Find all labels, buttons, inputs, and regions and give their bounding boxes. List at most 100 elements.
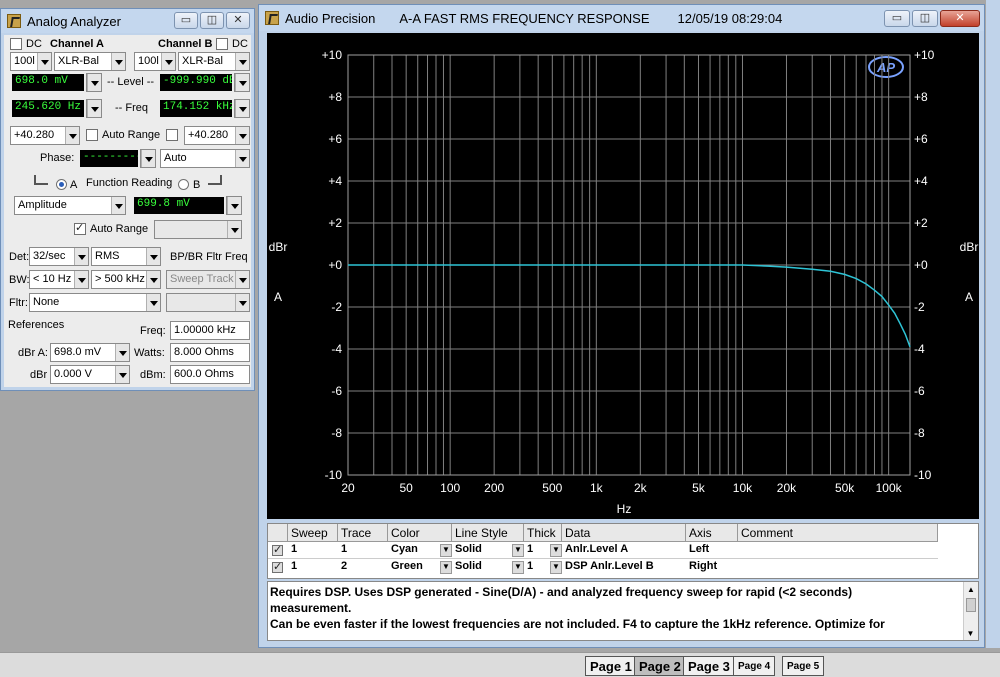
level-a-unit-select[interactable] (86, 73, 102, 92)
graph-app-name: Audio Precision (285, 10, 376, 26)
detector-rate-select[interactable]: 32/sec (29, 247, 89, 266)
gain-b-select[interactable]: +40.280 (184, 126, 250, 145)
close-button[interactable]: ✕ (940, 10, 980, 27)
dbm-input[interactable]: 600.0 Ohms (170, 365, 250, 384)
x-tick-label: 100k (876, 481, 903, 495)
cell-data[interactable]: Anlr.Level A (562, 543, 631, 558)
column-header[interactable]: Comment (738, 524, 938, 542)
x-tick-label: 100 (440, 481, 460, 495)
detector-type-select[interactable]: RMS (91, 247, 161, 266)
gain-a-select[interactable]: +40.280 (10, 126, 80, 145)
maximize-button[interactable]: ◫ (200, 12, 224, 29)
connector-b-select[interactable]: XLR-Bal (178, 52, 250, 71)
dbr-b-input[interactable]: 0.000 V (50, 365, 130, 384)
phase-mode-select[interactable]: Auto (160, 149, 250, 168)
x-tick-label: 200 (484, 481, 504, 495)
cell-data[interactable]: DSP Anlr.Level B (562, 560, 657, 575)
maximize-button[interactable]: ◫ (912, 10, 938, 27)
cell-line-style[interactable]: Solid (452, 543, 485, 558)
bw-low-select[interactable]: < 10 Hz (29, 270, 89, 289)
chevron-down-icon (235, 74, 249, 91)
level-b-unit-select[interactable] (234, 73, 250, 92)
freq-a-unit-select[interactable] (86, 99, 102, 118)
chevron-down-icon[interactable]: ▼ (440, 561, 452, 574)
minimize-button[interactable]: ▭ (174, 12, 198, 29)
background-strip (986, 0, 1000, 648)
chevron-down-icon[interactable]: ▼ (512, 561, 524, 574)
chevron-down-icon[interactable]: ▼ (512, 544, 524, 557)
chevron-down-icon (115, 366, 129, 383)
page-2-tab[interactable]: Page 2 (634, 656, 686, 676)
cell-thick[interactable]: 1 (524, 543, 536, 558)
auto-range-label: Auto Range (102, 129, 161, 141)
connector-a-select[interactable]: XLR-Bal (54, 52, 126, 71)
freq-ref-input[interactable]: 1.00000 kHz (170, 321, 250, 340)
cell-axis[interactable]: Left (686, 543, 712, 558)
chevron-down-icon (74, 248, 88, 265)
dc-a-checkbox[interactable] (10, 38, 22, 50)
range-a-select[interactable]: 100l (10, 52, 52, 71)
column-header[interactable]: Axis (686, 524, 738, 542)
x-tick-label: 10k (733, 481, 753, 495)
graph-titlebar[interactable]: Audio Precision A-A FAST RMS FREQUENCY R… (259, 5, 984, 31)
dbr-a-input[interactable]: 698.0 mV (50, 343, 130, 362)
reading-range-select[interactable] (154, 220, 242, 239)
cell-axis[interactable]: Right (686, 560, 720, 575)
analyzer-titlebar[interactable]: Analog Analyzer ▭ ◫ ✕ (1, 9, 254, 33)
column-header[interactable]: Color (388, 524, 452, 542)
cell-line-style[interactable]: Solid (452, 560, 485, 575)
auto-range-b-checkbox[interactable] (166, 129, 178, 141)
cell-color[interactable]: Green (388, 560, 426, 575)
x-axis-label: Hz (617, 502, 632, 516)
minimize-button[interactable]: ▭ (884, 10, 910, 27)
column-header[interactable]: Line Style (452, 524, 524, 542)
notes-box[interactable]: Requires DSP. Uses DSP generated - Sine(… (267, 581, 979, 641)
table-row[interactable]: 1 2 Green ▼ Solid ▼ 1 ▼ DSP Anlr.Level B… (268, 560, 938, 576)
ap-app-icon (265, 11, 279, 25)
chevron-down-icon[interactable]: ▼ (550, 561, 562, 574)
column-header[interactable]: Trace (338, 524, 388, 542)
cell-trace: 2 (341, 560, 348, 572)
page-4-tab[interactable]: Page 4 (733, 656, 776, 676)
trace-enable-checkbox[interactable] (272, 543, 283, 556)
table-row[interactable]: 1 1 Cyan ▼ Solid ▼ 1 ▼ Anlr.Level A Left (268, 543, 938, 559)
notes-scrollbar[interactable]: ▲ ▼ (963, 582, 978, 640)
cell-thick[interactable]: 1 (524, 560, 536, 575)
function-a-radio[interactable] (56, 179, 67, 190)
references-label: References (8, 319, 65, 331)
page-5-tab[interactable]: Page 5 (782, 656, 825, 676)
phase-unit-select[interactable] (140, 149, 156, 168)
chevron-down-icon[interactable]: ▼ (550, 544, 562, 557)
column-header[interactable]: Thick (524, 524, 562, 542)
close-button[interactable]: ✕ (226, 12, 250, 29)
y-tick-label-left: -2 (331, 300, 342, 314)
scroll-down-icon[interactable]: ▼ (964, 626, 977, 640)
function-select[interactable]: Amplitude (14, 196, 126, 215)
scroll-thumb[interactable] (966, 598, 976, 612)
trace-enable-checkbox[interactable] (272, 560, 283, 573)
auto-range-reading-checkbox[interactable] (74, 221, 86, 235)
chevron-down-icon[interactable]: ▼ (440, 544, 452, 557)
cell-color[interactable]: Cyan (388, 543, 421, 558)
page-3-tab[interactable]: Page 3 (683, 656, 735, 676)
auto-range-a-checkbox[interactable] (86, 129, 98, 141)
column-header[interactable]: Sweep (288, 524, 338, 542)
bw-high-select[interactable]: > 500 kHz (91, 270, 161, 289)
dc-b-checkbox[interactable] (216, 38, 228, 50)
range-b-select[interactable]: 100l (134, 52, 176, 71)
filter-select[interactable]: None (29, 293, 161, 312)
page-1-tab[interactable]: Page 1 (585, 656, 637, 676)
scroll-up-icon[interactable]: ▲ (964, 582, 978, 596)
analyzer-panel: DC Channel A Channel B DC 100l XLR-Bal 1… (4, 35, 251, 387)
filter-freq-select[interactable] (166, 293, 250, 312)
frequency-response-chart: dBr A dBr A Hz AP +10 +10 +8 +8 +6 +6 +4 +4 +2 +2… (269, 48, 979, 516)
watts-input[interactable]: 8.000 Ohms (170, 343, 250, 362)
reading-unit-select[interactable] (226, 196, 242, 215)
chevron-down-icon (87, 74, 101, 91)
y-axis-label-left-a: A (274, 290, 282, 304)
dbm-label: dBm: (140, 369, 166, 381)
function-b-radio[interactable] (178, 179, 189, 190)
freq-b-unit-select[interactable] (234, 99, 250, 118)
column-header[interactable]: Data (562, 524, 686, 542)
sweep-track-select[interactable]: Sweep Track (166, 270, 250, 289)
